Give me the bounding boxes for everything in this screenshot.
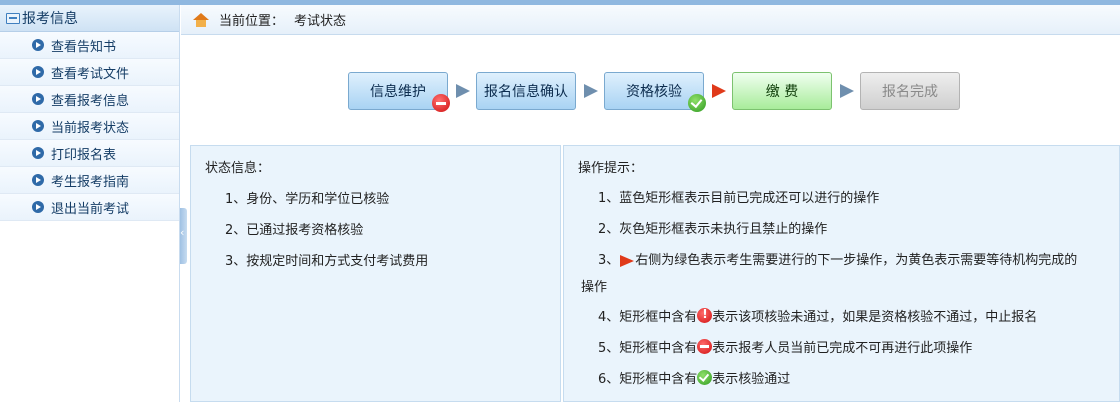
panel-icon bbox=[6, 13, 20, 24]
tip-text: 表示核验通过 bbox=[712, 372, 791, 387]
step-qualification-check[interactable]: 资格核验 bbox=[604, 72, 706, 112]
step-arrow-next-icon bbox=[712, 84, 726, 98]
arrow-right-icon bbox=[32, 147, 44, 159]
arrow-right-icon bbox=[32, 93, 44, 105]
minus-icon bbox=[432, 94, 450, 112]
step-arrow-icon bbox=[584, 84, 598, 98]
arrow-right-icon bbox=[32, 66, 44, 78]
status-panel-title: 状态信息： bbox=[205, 161, 271, 176]
sidebar-item-guide[interactable]: 考生报考指南 bbox=[0, 167, 179, 194]
sidebar-item-label: 查看告知书 bbox=[51, 39, 117, 55]
breadcrumb-label: 当前位置： bbox=[219, 14, 285, 29]
sidebar: 报考信息 查看告知书 查看考试文件 查看报考信息 当前报考状态 打印报名表 考生… bbox=[0, 5, 180, 402]
sidebar-title: 报考信息 bbox=[22, 11, 78, 27]
sidebar-item-print-form[interactable]: 打印报名表 bbox=[0, 140, 179, 167]
sidebar-item-view-notice[interactable]: 查看告知书 bbox=[0, 32, 179, 59]
tip-line: 6、矩形框中含有 表示核验通过 bbox=[598, 368, 790, 387]
sidebar-item-view-registration-info[interactable]: 查看报考信息 bbox=[0, 86, 179, 113]
step-arrow-icon bbox=[840, 84, 854, 98]
status-line: 3、按规定时间和方式支付考试费用 bbox=[225, 254, 429, 269]
sidebar-item-label: 打印报名表 bbox=[51, 147, 117, 163]
step-arrow-icon bbox=[456, 84, 470, 98]
tip-prefix: 4、矩形框中含有 bbox=[598, 310, 698, 325]
tip-prefix: 6、矩形框中含有 bbox=[598, 372, 698, 387]
sidebar-header: 报考信息 bbox=[0, 5, 179, 32]
sidebar-collapse-handle[interactable] bbox=[180, 208, 187, 264]
red-arrow-icon bbox=[620, 254, 635, 267]
breadcrumb-current: 考试状态 bbox=[294, 14, 347, 29]
step-label: 信息维护 bbox=[370, 84, 426, 100]
home-icon[interactable] bbox=[193, 12, 209, 27]
sidebar-item-label: 查看报考信息 bbox=[51, 93, 130, 109]
sidebar-item-label: 退出当前考试 bbox=[51, 201, 130, 217]
sidebar-item-label: 考生报考指南 bbox=[51, 174, 130, 190]
tip-line: 2、灰色矩形框表示未执行且禁止的操作 bbox=[598, 222, 828, 237]
breadcrumb: 当前位置： 考试状态 bbox=[181, 5, 1120, 35]
status-line: 1、身份、学历和学位已核验 bbox=[225, 192, 390, 207]
tips-panel: 操作提示： 1、蓝色矩形框表示目前已完成还可以进行的操作 2、灰色矩形框表示未执… bbox=[563, 145, 1120, 402]
tip-text: 表示报考人员当前已完成不可再进行此项操作 bbox=[712, 341, 973, 356]
step-info-maintenance[interactable]: 信息维护 bbox=[348, 72, 450, 112]
tip-text: 表示该项核验未通过，如果是资格核验不通过，中止报名 bbox=[712, 310, 1038, 325]
tip-line-continuation: 操作 bbox=[581, 280, 608, 295]
tip-line: 3、 右侧为绿色表示考生需要进行的下一步操作，为黄色表示需要等待机构完成的 bbox=[598, 249, 1077, 268]
step-label: 报名信息确认 bbox=[484, 84, 568, 100]
step-payment[interactable]: 缴 费 bbox=[732, 72, 832, 110]
sidebar-item-current-status[interactable]: 当前报考状态 bbox=[0, 113, 179, 140]
step-registration-confirm[interactable]: 报名信息确认 bbox=[476, 72, 576, 110]
tip-prefix: 5、矩形框中含有 bbox=[598, 341, 698, 356]
sidebar-item-label: 查看考试文件 bbox=[51, 66, 130, 82]
check-icon bbox=[688, 94, 706, 112]
arrow-right-icon bbox=[32, 174, 44, 186]
sidebar-item-label: 当前报考状态 bbox=[51, 120, 130, 136]
step-label: 缴 费 bbox=[765, 84, 799, 100]
step-label: 报名完成 bbox=[882, 84, 938, 100]
sidebar-item-exit-exam[interactable]: 退出当前考试 bbox=[0, 194, 179, 221]
sidebar-menu: 查看告知书 查看考试文件 查看报考信息 当前报考状态 打印报名表 考生报考指南 … bbox=[0, 32, 179, 221]
status-line: 2、已通过报考资格核验 bbox=[225, 223, 364, 238]
arrow-right-icon bbox=[32, 39, 44, 51]
tip-prefix: 3、 bbox=[598, 253, 620, 268]
arrow-right-icon bbox=[32, 120, 44, 132]
minus-icon bbox=[697, 339, 713, 354]
sidebar-item-view-exam-files[interactable]: 查看考试文件 bbox=[0, 59, 179, 86]
exclamation-icon bbox=[697, 307, 713, 323]
arrow-right-icon bbox=[32, 201, 44, 213]
tip-line: 5、矩形框中含有 表示报考人员当前已完成不可再进行此项操作 bbox=[598, 337, 972, 356]
check-icon bbox=[697, 370, 713, 385]
step-registration-complete: 报名完成 bbox=[860, 72, 960, 110]
tip-text: 右侧为绿色表示考生需要进行的下一步操作，为黄色表示需要等待机构完成的 bbox=[635, 253, 1078, 268]
step-label: 资格核验 bbox=[626, 84, 682, 100]
tip-line: 4、矩形框中含有表示该项核验未通过，如果是资格核验不通过，中止报名 bbox=[598, 306, 1037, 325]
status-panel: 状态信息： 1、身份、学历和学位已核验 2、已通过报考资格核验 3、按规定时间和… bbox=[190, 145, 561, 402]
tips-panel-title: 操作提示： bbox=[578, 161, 644, 176]
tip-line: 1、蓝色矩形框表示目前已完成还可以进行的操作 bbox=[598, 191, 880, 206]
